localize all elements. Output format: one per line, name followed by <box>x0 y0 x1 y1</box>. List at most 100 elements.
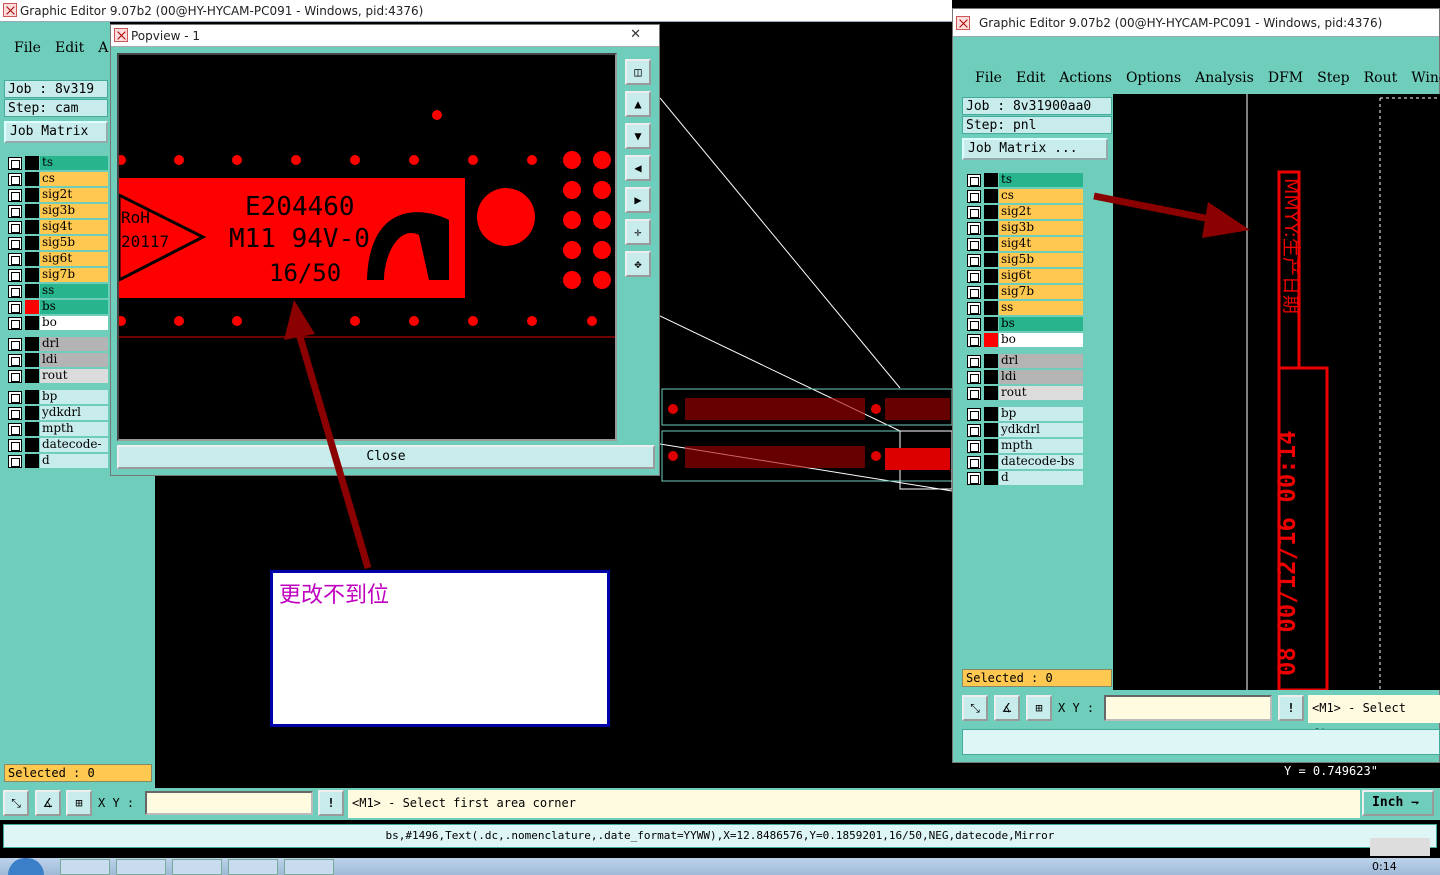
layer-name[interactable]: bp <box>40 390 108 404</box>
left_window-layer-row[interactable]: ts <box>4 155 108 171</box>
r-menu-window[interactable]: Windo <box>1411 70 1440 86</box>
pan-left-icon[interactable]: ◀ <box>625 155 651 181</box>
layer-checkbox[interactable] <box>967 269 981 283</box>
left_window-layer-row[interactable]: ydkdrl <box>4 405 108 421</box>
layer-checkbox[interactable] <box>967 354 981 368</box>
layer-checkbox[interactable] <box>8 204 22 218</box>
layer-checkbox[interactable] <box>8 300 22 314</box>
layer-name[interactable]: ldi <box>999 370 1083 384</box>
right-window-titlebar[interactable]: Graphic Editor 9.07b2 (00@HY-HYCAM-PC091… <box>953 9 1439 37</box>
measure-icon[interactable]: ⤡ <box>3 790 29 816</box>
layer-name[interactable]: drl <box>40 337 108 351</box>
layer-name[interactable]: sig3b <box>999 221 1083 235</box>
layer-checkbox[interactable] <box>8 390 22 404</box>
layer-name[interactable]: bs <box>40 300 108 314</box>
r-grid-icon[interactable]: ⊞ <box>1026 695 1052 721</box>
layer-name[interactable]: bo <box>40 316 108 330</box>
right_window-layer-row[interactable]: sig6t <box>963 268 1083 284</box>
r-menu-options[interactable]: Options <box>1126 70 1181 86</box>
r-job-matrix-button[interactable]: Job Matrix ... <box>962 138 1108 160</box>
menu-edit[interactable]: Edit <box>55 40 84 56</box>
layer-name[interactable]: sig7b <box>40 268 108 282</box>
left_window-layer-row[interactable]: mpth <box>4 421 108 437</box>
units-selector[interactable]: Inch ⇁ <box>1362 790 1434 816</box>
layer-name[interactable]: sig4t <box>40 220 108 234</box>
left_window-layer-row[interactable]: drl <box>4 336 108 352</box>
layer-name[interactable]: mpth <box>40 422 108 436</box>
layer-name[interactable]: mpth <box>999 439 1083 453</box>
layer-name[interactable]: ss <box>40 284 108 298</box>
layer-checkbox[interactable] <box>8 406 22 420</box>
right_window-layer-row[interactable]: bp <box>963 406 1083 422</box>
right_window-layer-row[interactable]: ldi <box>963 369 1083 385</box>
right_window-layer-row[interactable]: sig2t <box>963 204 1083 220</box>
left_window-layer-row[interactable]: cs <box>4 171 108 187</box>
layer-name[interactable]: sig4t <box>999 237 1083 251</box>
layer-checkbox[interactable] <box>967 439 981 453</box>
alert-icon[interactable]: ! <box>318 790 344 816</box>
layer-checkbox[interactable] <box>967 471 981 485</box>
r-menu-dfm[interactable]: DFM <box>1268 70 1303 86</box>
popview-titlebar[interactable]: Popview - 1 ✕ <box>111 25 659 47</box>
layer-checkbox[interactable] <box>967 285 981 299</box>
layer-checkbox[interactable] <box>8 316 22 330</box>
r-snap-icon[interactable]: ∡ <box>994 695 1020 721</box>
layer-name[interactable]: datecode-bs <box>999 455 1083 469</box>
layer-name[interactable]: d <box>999 471 1083 485</box>
layer-checkbox[interactable] <box>967 173 981 187</box>
layer-checkbox[interactable] <box>967 423 981 437</box>
left_window-layer-row[interactable]: sig4t <box>4 219 108 235</box>
layer-name[interactable]: ydkdrl <box>999 423 1083 437</box>
layer-name[interactable]: bp <box>999 407 1083 421</box>
layer-checkbox[interactable] <box>967 237 981 251</box>
grid-icon[interactable]: ⊞ <box>66 790 92 816</box>
layer-checkbox[interactable] <box>8 188 22 202</box>
taskbar-app-4[interactable] <box>228 859 278 875</box>
r-measure-icon[interactable]: ⤡ <box>962 695 988 721</box>
zoom-out-icon[interactable]: ✥ <box>625 251 651 277</box>
job-matrix-button[interactable]: Job Matrix <box>4 121 108 143</box>
layer-name[interactable]: datecode- <box>40 438 108 452</box>
layer-name[interactable]: sig2t <box>999 205 1083 219</box>
layer-name[interactable]: drl <box>999 354 1083 368</box>
r-menu-analysis[interactable]: Analysis <box>1195 70 1254 86</box>
right-canvas[interactable]: MMYY:生产日期 08 00/12/16 00:14 <box>1113 94 1440 692</box>
left-window-titlebar[interactable]: Graphic Editor 9.07b2 (00@HY-HYCAM-PC091… <box>0 0 952 22</box>
left_window-layer-row[interactable]: bp <box>4 389 108 405</box>
layer-checkbox[interactable] <box>967 189 981 203</box>
layer-checkbox[interactable] <box>8 268 22 282</box>
layer-name[interactable]: ss <box>999 301 1083 315</box>
layer-name[interactable]: bs <box>999 317 1083 331</box>
taskbar-app-5[interactable] <box>284 859 334 875</box>
layer-checkbox[interactable] <box>8 422 22 436</box>
layer-checkbox[interactable] <box>8 172 22 186</box>
right_window-layer-row[interactable]: bs <box>963 316 1083 332</box>
layer-name[interactable]: bo <box>999 333 1083 347</box>
menu-actions[interactable]: A <box>98 40 108 56</box>
right_window-layer-row[interactable]: sig5b <box>963 252 1083 268</box>
layer-checkbox[interactable] <box>967 301 981 315</box>
left_window-layer-row[interactable]: sig5b <box>4 235 108 251</box>
menu-file[interactable]: File <box>14 40 41 56</box>
layer-checkbox[interactable] <box>967 333 981 347</box>
layer-checkbox[interactable] <box>967 317 981 331</box>
layer-checkbox[interactable] <box>8 156 22 170</box>
zoom-home-icon[interactable]: ◫ <box>625 59 651 85</box>
pan-up-icon[interactable]: ▲ <box>625 91 651 117</box>
right_window-layer-row[interactable]: bo <box>963 332 1083 348</box>
right_window-layer-row[interactable]: ts <box>963 172 1083 188</box>
layer-name[interactable]: ydkdrl <box>40 406 108 420</box>
pan-down-icon[interactable]: ▼ <box>625 123 651 149</box>
left_window-layer-row[interactable]: sig7b <box>4 267 108 283</box>
layer-name[interactable]: d <box>40 454 108 468</box>
start-button[interactable] <box>8 858 44 875</box>
r-menu-actions[interactable]: Actions <box>1059 70 1112 86</box>
layer-checkbox[interactable] <box>8 454 22 468</box>
layer-checkbox[interactable] <box>967 221 981 235</box>
right_window-layer-row[interactable]: ss <box>963 300 1083 316</box>
left_window-layer-row[interactable]: ldi <box>4 352 108 368</box>
right_window-layer-row[interactable]: sig7b <box>963 284 1083 300</box>
snap-icon[interactable]: ∡ <box>35 790 61 816</box>
layer-checkbox[interactable] <box>8 337 22 351</box>
left_window-layer-row[interactable]: sig6t <box>4 251 108 267</box>
